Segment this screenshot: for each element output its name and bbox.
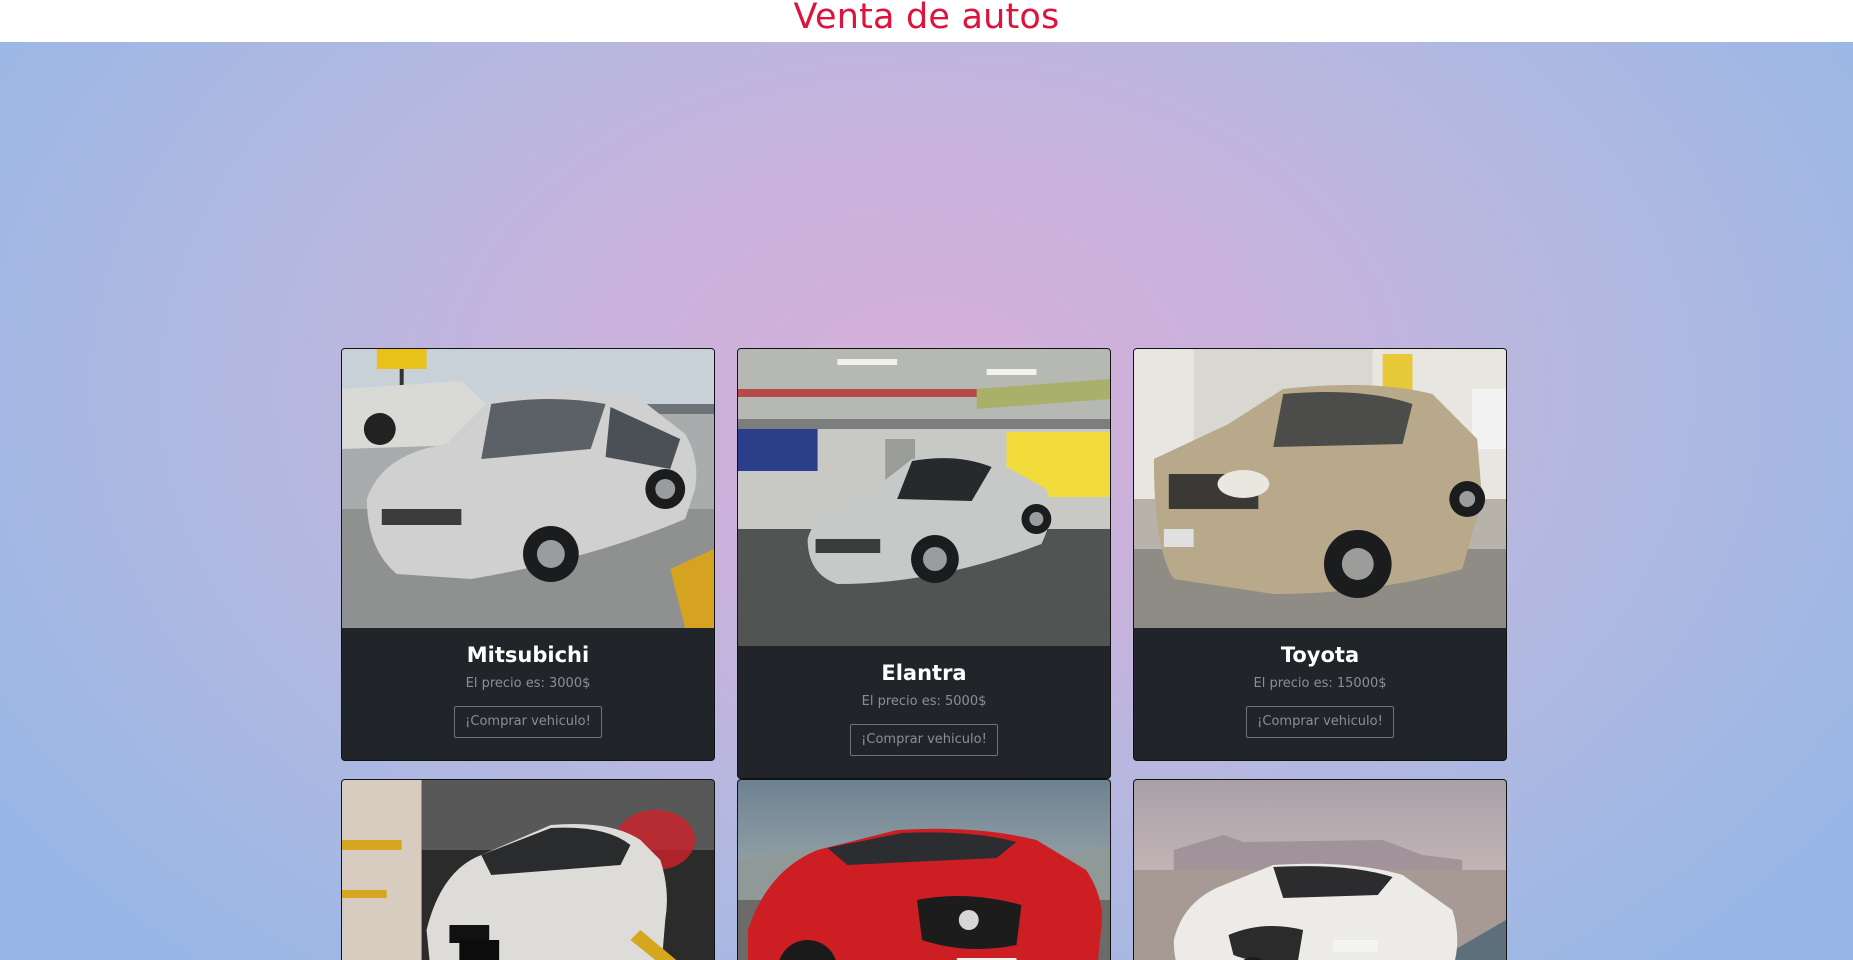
- white-hatchback-photo: [1134, 780, 1506, 960]
- car-card-mitsubichi: Mitsubichi El precio es: 3000$ ¡Comprar …: [341, 348, 715, 761]
- card-body: Elantra El precio es: 5000$ ¡Comprar veh…: [738, 646, 1110, 756]
- car-price: El precio es: 15000$: [1253, 676, 1387, 691]
- car-card-elantra: Elantra El precio es: 5000$ ¡Comprar veh…: [737, 348, 1111, 779]
- buy-vehicle-button[interactable]: ¡Comprar vehiculo!: [850, 724, 998, 756]
- white-sedan-garage-photo: [342, 780, 714, 960]
- car-price: El precio es: 5000$: [861, 694, 987, 709]
- car-card-toyota: Toyota El precio es: 15000$ ¡Comprar veh…: [1133, 348, 1507, 761]
- gold-suv-photo: [1134, 349, 1506, 628]
- page-title: Venta de autos: [793, 0, 1060, 37]
- buy-vehicle-button[interactable]: ¡Comprar vehiculo!: [454, 706, 602, 738]
- silver-sedan-garage-photo: [738, 349, 1110, 646]
- site-header: Venta de autos: [0, 0, 1853, 42]
- car-card-6: [1133, 779, 1507, 960]
- buy-vehicle-button[interactable]: ¡Comprar vehiculo!: [1246, 706, 1394, 738]
- card-body: Toyota El precio es: 15000$ ¡Comprar veh…: [1134, 628, 1506, 738]
- car-name: Toyota: [1280, 643, 1360, 667]
- red-coupe-photo: [738, 780, 1110, 960]
- car-price: El precio es: 3000$: [465, 676, 591, 691]
- car-gallery: Mitsubichi El precio es: 3000$ ¡Comprar …: [0, 42, 1853, 960]
- silver-sedan-photo: [342, 349, 714, 628]
- car-card-5: [737, 779, 1111, 960]
- car-name: Elantra: [881, 661, 967, 685]
- card-body: Mitsubichi El precio es: 3000$ ¡Comprar …: [342, 628, 714, 738]
- car-card-4: [341, 779, 715, 960]
- car-name: Mitsubichi: [466, 643, 590, 667]
